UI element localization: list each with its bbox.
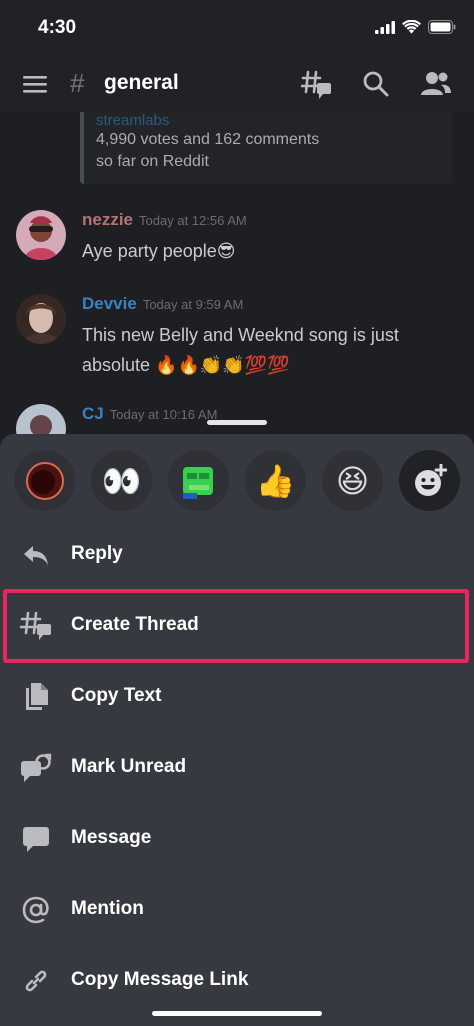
reply-label: Reply	[71, 543, 123, 564]
link-icon	[20, 965, 52, 997]
copy-message-link-label: Copy Message Link	[71, 969, 249, 990]
reaction-eyes[interactable]: 👀	[91, 450, 152, 511]
backdrop-overlay[interactable]	[0, 112, 474, 442]
reaction-frog[interactable]	[168, 450, 229, 511]
wifi-icon	[402, 20, 421, 34]
mark-unread-icon	[20, 752, 52, 784]
thumbs-up-emoji-icon: 👍	[255, 462, 296, 499]
message-action[interactable]: Message	[0, 804, 474, 874]
home-indicator[interactable]	[152, 1011, 322, 1016]
add-reaction-button[interactable]	[399, 450, 460, 511]
message-actions-sheet: 👀 👍 😆 Reply Create Thread Copy Text Mark…	[0, 434, 474, 1026]
red-circle-emoji-icon	[25, 461, 64, 500]
copy-text-action[interactable]: Copy Text	[0, 662, 474, 732]
create-thread-highlight	[3, 589, 469, 663]
mention-label: Mention	[71, 898, 144, 919]
sheet-drag-handle[interactable]	[207, 420, 267, 425]
mark-unread-label: Mark Unread	[71, 756, 187, 777]
copy-icon	[20, 681, 52, 713]
quick-reactions: 👀 👍 😆	[14, 450, 460, 511]
reaction-thumbs-up[interactable]: 👍	[245, 450, 306, 511]
channel-hash-icon: #	[70, 68, 85, 98]
copy-text-label: Copy Text	[71, 685, 162, 706]
at-icon	[20, 894, 52, 926]
threads-icon[interactable]	[301, 70, 333, 100]
frog-emoji-icon	[182, 466, 213, 499]
add-reaction-icon	[414, 463, 447, 496]
battery-icon	[428, 20, 456, 34]
member-list-icon[interactable]	[420, 70, 452, 98]
message-icon	[20, 823, 52, 855]
signal-icon	[375, 20, 395, 34]
channel-name: general	[104, 71, 179, 94]
eyes-emoji-icon: 👀	[101, 462, 142, 499]
status-time: 4:30	[38, 17, 77, 38]
message-label: Message	[71, 827, 152, 848]
reaction-red-circle[interactable]	[14, 450, 75, 511]
search-icon[interactable]	[362, 70, 390, 98]
copy-message-link-action[interactable]: Copy Message Link	[0, 946, 474, 1016]
reply-action[interactable]: Reply	[0, 520, 474, 590]
reply-icon	[20, 539, 52, 571]
reaction-laughing[interactable]: 😆	[322, 450, 383, 511]
hamburger-menu-icon[interactable]	[22, 72, 48, 96]
mark-unread-action[interactable]: Mark Unread	[0, 733, 474, 803]
status-bar: 4:30	[0, 0, 474, 58]
channel-header: # general	[0, 58, 474, 112]
laughing-emoji-icon: 😆	[335, 462, 370, 499]
mention-action[interactable]: Mention	[0, 875, 474, 945]
